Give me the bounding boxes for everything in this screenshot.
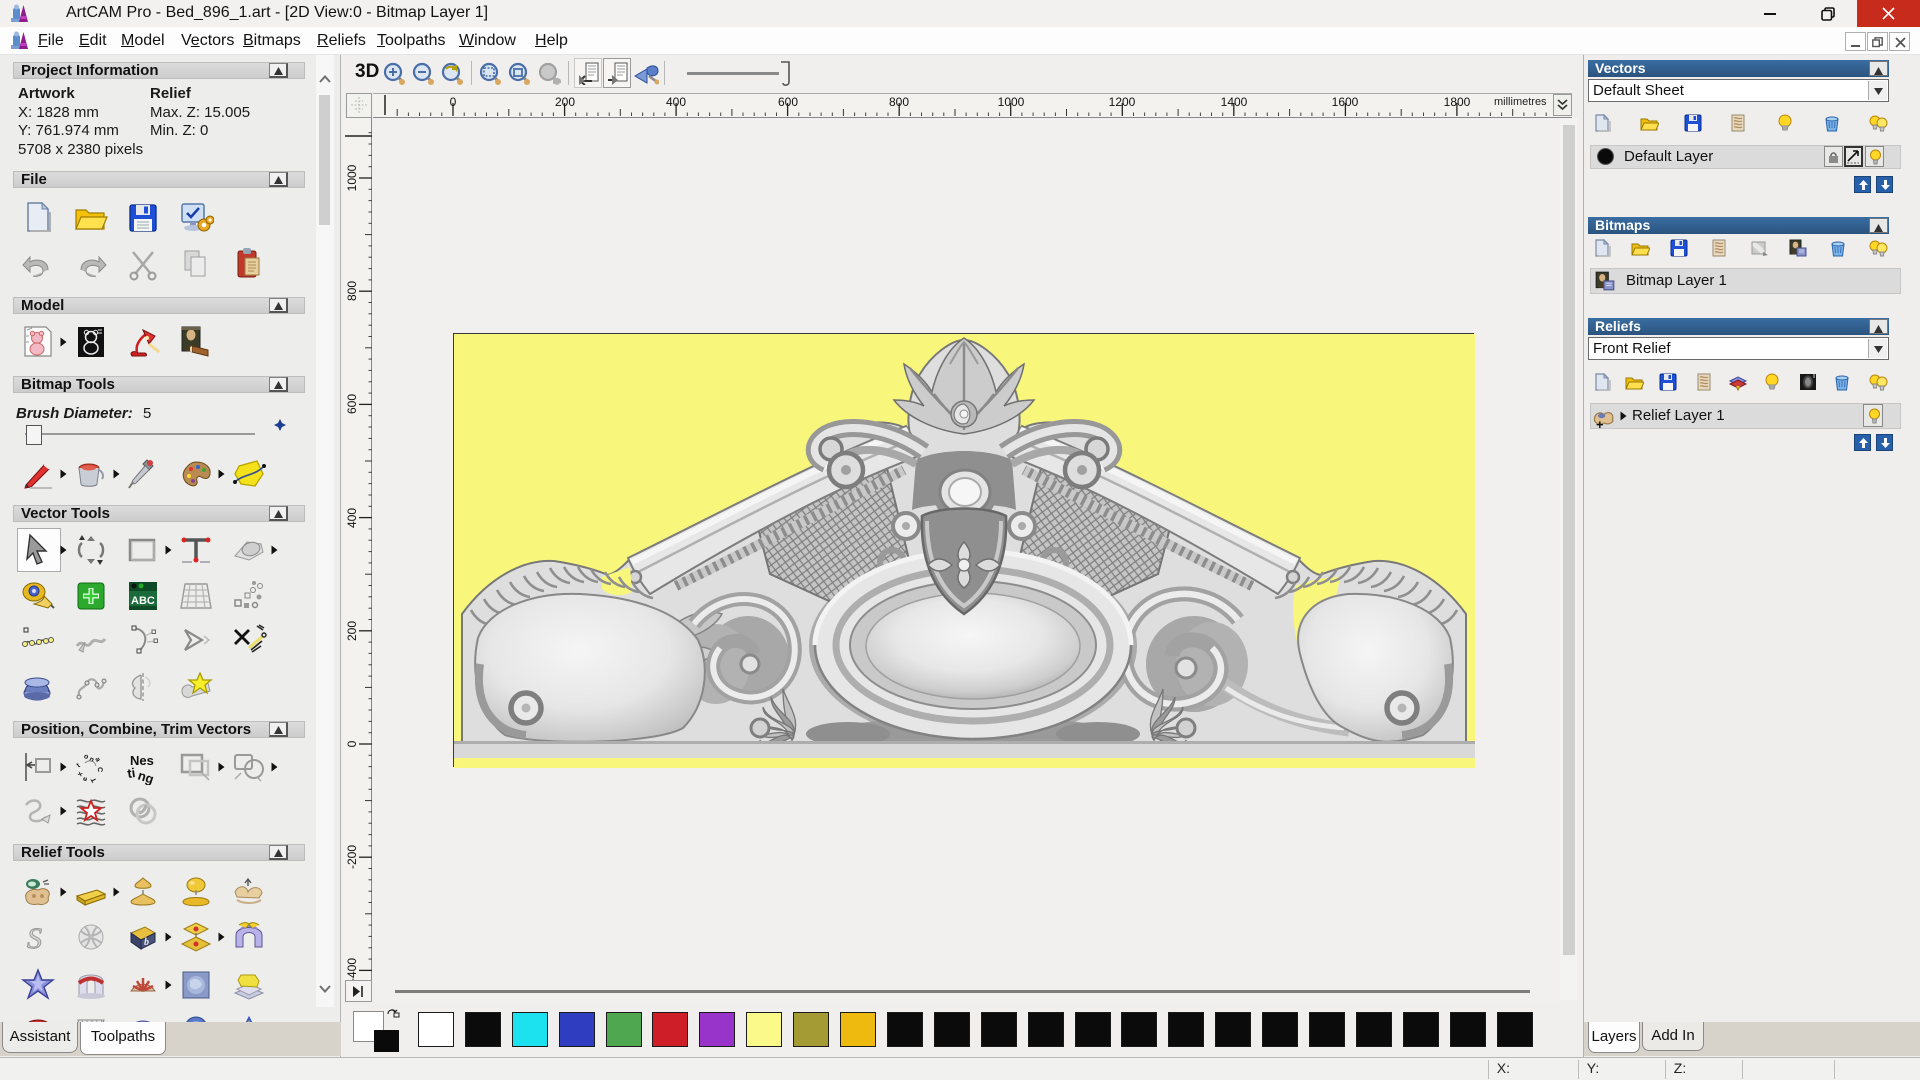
svg-text:1000: 1000 — [345, 164, 359, 191]
svg-text:1200: 1200 — [1109, 95, 1136, 109]
svg-text:600: 600 — [345, 394, 359, 414]
svg-text:x: x — [76, 771, 84, 778]
svg-text:t: t — [76, 762, 82, 769]
svg-text:-400: -400 — [345, 958, 359, 980]
svg-text:0: 0 — [450, 95, 457, 109]
svg-text:600: 600 — [778, 95, 798, 109]
svg-text:C: C — [96, 767, 103, 773]
svg-text:1600: 1600 — [1332, 95, 1359, 109]
svg-text:200: 200 — [345, 621, 359, 641]
svg-text:400: 400 — [666, 95, 686, 109]
svg-text:S: S — [27, 922, 42, 955]
svg-text:ng: ng — [136, 768, 156, 785]
svg-text:e: e — [82, 777, 89, 782]
svg-text:ABC: ABC — [131, 595, 155, 607]
svg-text:1000: 1000 — [998, 95, 1025, 109]
svg-text:200: 200 — [555, 95, 575, 109]
svg-text:b: b — [144, 937, 149, 948]
svg-text:800: 800 — [345, 281, 359, 301]
svg-text:o n: o n — [82, 753, 95, 764]
svg-text:400: 400 — [345, 508, 359, 528]
svg-text:T: T — [90, 775, 99, 783]
svg-text:1800: 1800 — [1444, 95, 1471, 109]
svg-text:800: 800 — [889, 95, 909, 109]
svg-text:1400: 1400 — [1221, 95, 1248, 109]
svg-text:-200: -200 — [345, 845, 359, 869]
svg-text:0: 0 — [345, 740, 359, 747]
